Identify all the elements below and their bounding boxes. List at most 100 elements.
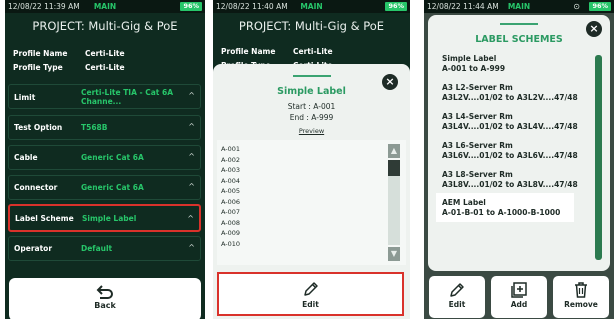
scheme-name: A3 L6-Server Rm bbox=[442, 141, 513, 150]
list-item: A-009 bbox=[221, 229, 241, 237]
sheet-title: Simple Label bbox=[277, 86, 346, 97]
row-connector[interactable]: Connector Generic Cat 6A ^ bbox=[8, 175, 201, 200]
status-time: 12/08/22 11:44 AM bbox=[427, 2, 499, 11]
scheme-detail: A-001 to A-999 bbox=[442, 64, 506, 73]
trash-icon bbox=[575, 282, 587, 298]
battery-indicator: 96% bbox=[180, 2, 202, 11]
list-item: A-004 bbox=[221, 176, 241, 185]
row-label-scheme[interactable]: Label Scheme Simple Label ^ bbox=[8, 204, 201, 232]
status-time: 12/08/22 11:39 AM bbox=[8, 2, 80, 11]
info-label: Profile Name bbox=[13, 49, 68, 58]
info-value: Certi-Lite bbox=[293, 47, 333, 56]
list-item: A-003 bbox=[221, 166, 241, 174]
back-button[interactable]: Back bbox=[9, 278, 201, 319]
list-item: A-002 bbox=[221, 155, 241, 164]
list-scrollbar[interactable]: ▲ ▼ bbox=[388, 144, 400, 261]
scroll-thumb[interactable] bbox=[595, 55, 602, 260]
sheet-grip[interactable] bbox=[500, 23, 538, 25]
sheet-title: LABEL SCHEMES bbox=[475, 34, 563, 45]
status-bar: 12/08/22 11:40 AM MAIN 96% bbox=[213, 0, 410, 13]
list-item: A-008 bbox=[221, 218, 241, 227]
info-label: Profile Name bbox=[221, 47, 276, 56]
lock-icon: ⊙ bbox=[573, 2, 580, 11]
row-label: Label Scheme bbox=[15, 214, 74, 223]
pencil-icon bbox=[450, 283, 464, 297]
profile-screen: 12/08/22 11:39 AM MAIN 96% PROJECT: Mult… bbox=[5, 0, 205, 319]
info-value: Certi-Lite bbox=[85, 49, 125, 58]
scheme-detail: A3L2V....01/02 to A3L2V....47/48 bbox=[442, 93, 578, 102]
status-bar: 12/08/22 11:44 AM MAIN ⊙ 96% bbox=[424, 0, 614, 13]
page-title: PROJECT: Multi-Gig & PoE bbox=[238, 19, 385, 33]
row-value: T568B bbox=[81, 123, 108, 132]
scheme-item[interactable]: A3 L2-Server Rm A3L2V....01/02 to A3L2V.… bbox=[442, 83, 578, 103]
info-label: Profile Type bbox=[13, 63, 63, 72]
preview-link[interactable]: Preview bbox=[213, 127, 410, 135]
edit-label: Edit bbox=[302, 300, 319, 309]
row-label: Cable bbox=[14, 153, 38, 162]
status-time: 12/08/22 11:40 AM bbox=[216, 2, 288, 11]
scheme-detail: A-01-B-01 to A-1000-B-1000 bbox=[442, 208, 561, 217]
page-title: PROJECT: Multi-Gig & PoE bbox=[32, 19, 178, 33]
scroll-thumb[interactable] bbox=[388, 160, 400, 176]
scheme-item-selected[interactable]: AEM Label A-01-B-01 to A-1000-B-1000 bbox=[436, 193, 574, 222]
label-preview-list[interactable]: A-001 A-002 A-003 A-004 A-005 A-006 A-00… bbox=[217, 140, 406, 265]
row-value: Default bbox=[81, 244, 113, 253]
add-box-icon bbox=[511, 282, 527, 298]
row-value: Generic Cat 6A bbox=[81, 183, 144, 192]
scheme-item[interactable]: A3 L8-Server Rm A3L8V....01/02 to A3L8V.… bbox=[442, 170, 578, 190]
scheme-name: A3 L2-Server Rm bbox=[442, 83, 513, 92]
remove-button[interactable]: Remove bbox=[553, 276, 609, 318]
label-list: A-001 A-002 A-003 A-004 A-005 A-006 A-00… bbox=[221, 144, 240, 249]
row-label: Limit bbox=[14, 93, 36, 102]
status-mode: MAIN bbox=[93, 2, 117, 11]
add-button[interactable]: Add bbox=[491, 276, 547, 318]
list-item: A-005 bbox=[221, 187, 241, 195]
row-label: Connector bbox=[14, 183, 58, 192]
remove-label: Remove bbox=[564, 300, 598, 309]
edit-button[interactable]: Edit bbox=[217, 272, 404, 316]
chevron-up-icon: ^ bbox=[187, 214, 194, 223]
list-scrollbar[interactable] bbox=[595, 55, 602, 260]
scheme-item[interactable]: Simple Label A-001 to A-999 bbox=[442, 54, 505, 74]
simple-label-screen: 12/08/22 11:40 AM MAIN 96% PROJECT: Mult… bbox=[213, 0, 410, 319]
scheme-item[interactable]: A3 L6-Server Rm A3L6V....01/02 to A3L6V.… bbox=[442, 141, 578, 161]
start-value: Start : A-001 bbox=[287, 102, 336, 111]
sheet-grip[interactable] bbox=[292, 75, 331, 77]
row-value-line1: Certi-Lite TIA - Cat 6A bbox=[81, 88, 174, 97]
scroll-up-icon[interactable]: ▲ bbox=[388, 144, 400, 158]
pencil-icon bbox=[303, 282, 318, 296]
chevron-up-icon: ^ bbox=[188, 243, 195, 252]
chevron-up-icon: ^ bbox=[188, 152, 195, 161]
end-value: End : A-999 bbox=[289, 113, 334, 122]
scheme-name: Simple Label bbox=[442, 54, 497, 63]
row-cable[interactable]: Cable Generic Cat 6A ^ bbox=[8, 145, 201, 170]
list-item: A-006 bbox=[221, 197, 241, 206]
back-arrow-icon bbox=[96, 285, 113, 299]
row-operator[interactable]: Operator Default ^ bbox=[8, 236, 201, 261]
label-schemes-sheet: × LABEL SCHEMES Simple Label A-001 to A-… bbox=[428, 15, 610, 271]
battery-indicator: 96% bbox=[589, 2, 611, 11]
row-test-option[interactable]: Test Option T568B ^ bbox=[8, 115, 201, 140]
chevron-up-icon: ^ bbox=[188, 91, 195, 100]
label-schemes-screen: 12/08/22 11:44 AM MAIN ⊙ 96% × LABEL SCH… bbox=[424, 0, 614, 319]
back-label: Back bbox=[94, 301, 116, 310]
row-label: Test Option bbox=[14, 123, 63, 132]
list-item: A-007 bbox=[221, 208, 241, 216]
battery-indicator: 96% bbox=[385, 2, 407, 11]
status-mode: MAIN bbox=[507, 2, 531, 11]
row-label: Operator bbox=[14, 244, 53, 253]
row-value-line2: Channe... bbox=[81, 97, 122, 106]
status-bar: 12/08/22 11:39 AM MAIN 96% bbox=[5, 0, 205, 13]
row-limit[interactable]: Limit Certi-Lite TIA - Cat 6A Channe... … bbox=[8, 84, 201, 109]
scheme-name: AEM Label bbox=[442, 198, 486, 207]
scheme-item[interactable]: A3 L4-Server Rm A3L4V....01/02 to A3L4V.… bbox=[442, 112, 578, 132]
scheme-name: A3 L8-Server Rm bbox=[442, 170, 513, 179]
status-mode: MAIN bbox=[300, 2, 323, 11]
info-value: Certi-Lite bbox=[85, 63, 125, 72]
add-label: Add bbox=[510, 300, 528, 309]
scheme-detail: A3L8V....01/02 to A3L8V....47/48 bbox=[442, 180, 578, 189]
scheme-name: A3 L4-Server Rm bbox=[442, 112, 513, 121]
list-item: A-010 bbox=[221, 239, 241, 248]
edit-button[interactable]: Edit bbox=[429, 276, 485, 318]
scroll-down-icon[interactable]: ▼ bbox=[388, 247, 400, 261]
